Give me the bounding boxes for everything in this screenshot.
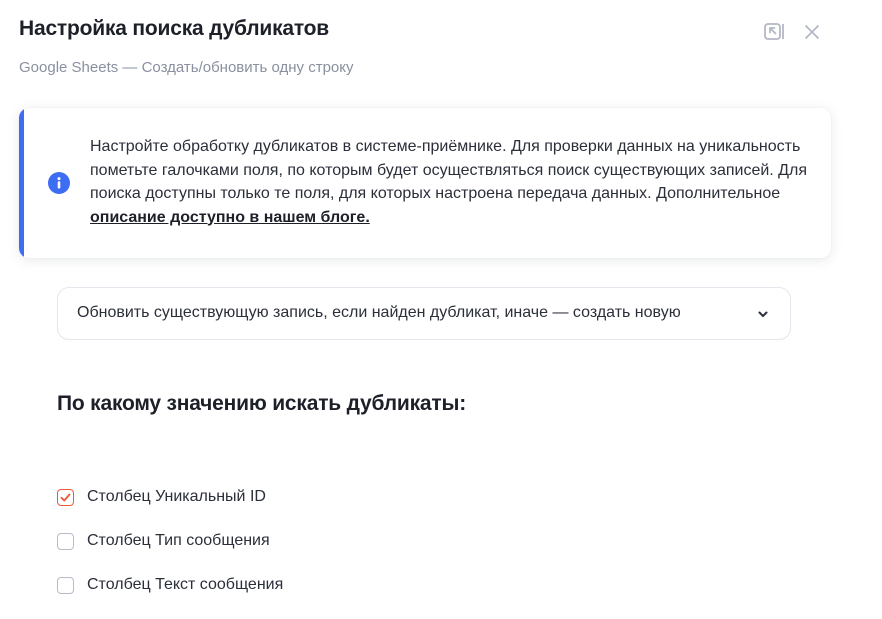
info-icon (48, 172, 70, 194)
field-checkbox-label: Столбец Текст сообщения (87, 576, 284, 593)
info-accent-bar (19, 108, 24, 258)
fields-section-title: По какому значению искать дубликаты: (57, 392, 466, 415)
blog-description-link[interactable]: описание доступно в нашем блоге. (90, 209, 370, 226)
field-checkbox-row[interactable]: Столбец Текст сообщения (57, 576, 283, 594)
collapse-panel-button[interactable] (762, 20, 786, 44)
field-checkbox[interactable] (57, 532, 74, 550)
page-title: Настройка поиска дубликатов (19, 17, 330, 40)
chevron-down-icon (758, 311, 768, 317)
close-button[interactable] (800, 20, 824, 44)
field-checkbox-row[interactable]: Столбец Уникальный ID (57, 488, 266, 506)
header-actions (762, 20, 824, 44)
field-checkbox[interactable] (57, 576, 74, 594)
close-icon (805, 25, 819, 39)
page-subtitle: Google Sheets — Создать/обновить одну ст… (19, 59, 354, 76)
checkmark-icon (60, 493, 71, 501)
info-callout: Настройте обработку дубликатов в системе… (19, 108, 831, 258)
duplicate-mode-select[interactable]: Обновить существующую запись, если найде… (57, 287, 791, 340)
info-description: Настройте обработку дубликатов в системе… (90, 138, 807, 202)
field-checkbox-label: Столбец Тип сообщения (87, 532, 270, 549)
duplicate-mode-value: Обновить существующую запись, если найде… (77, 304, 681, 321)
field-checkbox-label: Столбец Уникальный ID (87, 488, 266, 505)
field-checkbox[interactable] (57, 488, 74, 506)
duplicate-search-settings-panel: Настройка поиска дубликатов Google Sheet… (0, 0, 882, 619)
info-text: Настройте обработку дубликатов в системе… (90, 135, 810, 229)
field-checkbox-row[interactable]: Столбец Тип сообщения (57, 532, 270, 550)
collapse-panel-icon (764, 23, 784, 40)
